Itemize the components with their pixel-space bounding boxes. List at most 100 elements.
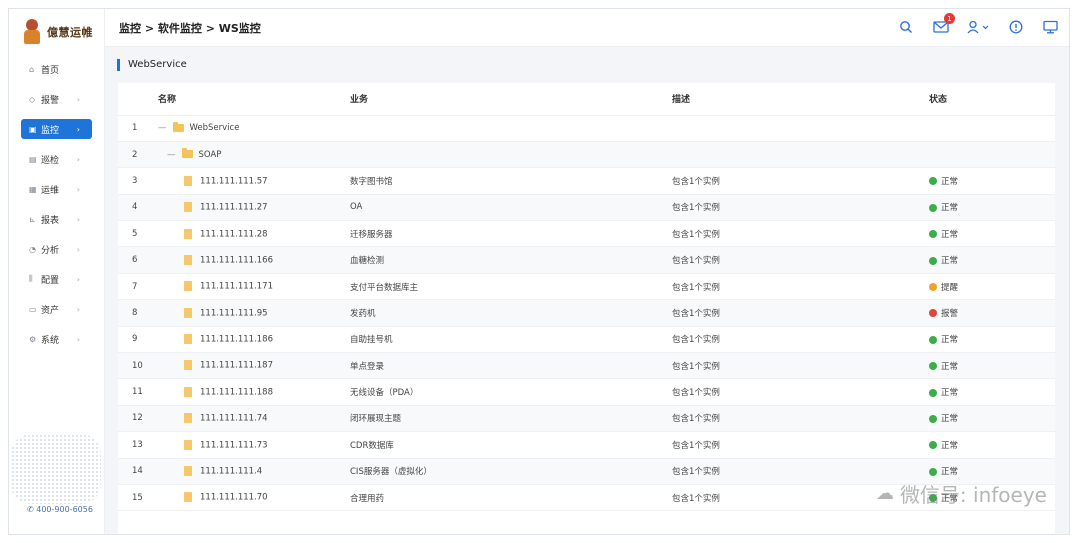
- watermark-text: 微信号: infoeye: [899, 483, 1047, 507]
- collapse-toggle-icon[interactable]: —: [167, 150, 176, 160]
- status-label: 正常: [941, 256, 959, 267]
- row-biz: [350, 115, 672, 142]
- file-icon: [184, 175, 192, 186]
- row-index: 12: [118, 405, 158, 433]
- row-index: 6: [118, 246, 158, 274]
- logo[interactable]: 億慧运帷: [9, 9, 104, 55]
- row-index: 1: [118, 115, 158, 142]
- sidebar-item-7[interactable]: ⫼ 配置 ›: [21, 269, 92, 289]
- logo-text: 億慧运帷: [47, 26, 93, 39]
- row-biz: 数字图书馆: [350, 167, 672, 195]
- logo-mascot-icon: [21, 19, 43, 45]
- row-desc: 包含1个实例: [672, 220, 929, 248]
- sidebar-item-5[interactable]: ⊾ 报表 ›: [21, 209, 92, 229]
- row-name-cell[interactable]: 111.111.111.188: [158, 378, 350, 406]
- sidebar-item-6[interactable]: ◔ 分析 ›: [21, 239, 92, 259]
- app-window: 億慧运帷 ⌂ 首页 ◇ 报警 › ▣ 监控 › ▤ 巡检 › ▦ 运维 › ⊾ 报表 › ◔ 分析 › ⫼ 配置 › ▭ 资产 ›…: [8, 8, 1070, 535]
- row-name-cell[interactable]: 111.111.111.187: [158, 352, 350, 380]
- row-biz: CDR数据库: [350, 431, 672, 459]
- bell-icon: ◇: [29, 94, 36, 104]
- sidebar-item-9[interactable]: ⚙ 系统 ›: [21, 329, 92, 349]
- column-header-name[interactable]: 名称: [158, 83, 350, 116]
- table-row[interactable]: 8 111.111.111.95 发药机 包含1个实例 报警: [118, 299, 1055, 327]
- table-row[interactable]: 6 111.111.111.166 血糖检测 包含1个实例 正常: [118, 246, 1055, 274]
- chevron-right-icon: ›: [76, 184, 80, 194]
- row-name-cell[interactable]: 111.111.111.28: [158, 220, 350, 248]
- sidebar-item-3[interactable]: ▤ 巡检 ›: [21, 149, 92, 169]
- row-name-cell[interactable]: 111.111.111.74: [158, 405, 350, 433]
- column-header-desc[interactable]: 描述: [672, 83, 929, 116]
- row-desc: 包含1个实例: [672, 405, 929, 433]
- pie-icon: ◔: [29, 244, 36, 254]
- mail-icon[interactable]: 1: [933, 13, 955, 35]
- row-index: 7: [118, 273, 158, 301]
- sidebar-item-label: 系统: [41, 335, 60, 346]
- table-row[interactable]: 3 111.111.111.57 数字图书馆 包含1个实例 正常: [118, 167, 1055, 195]
- sidebar-item-8[interactable]: ▭ 资产 ›: [21, 299, 92, 319]
- row-name-cell[interactable]: 111.111.111.186: [158, 326, 350, 354]
- table-row[interactable]: 1— WebService: [118, 115, 1055, 142]
- row-biz: 迁移服务器: [350, 220, 672, 248]
- row-biz: 无线设备（PDA）: [350, 378, 672, 406]
- wechat-icon: ☁: [875, 483, 894, 504]
- sidebar-item-2[interactable]: ▣ 监控 ›: [21, 119, 92, 139]
- row-status-cell: [929, 141, 1055, 169]
- status-alarm-icon: [929, 309, 937, 318]
- row-name-cell[interactable]: 111.111.111.171: [158, 273, 350, 301]
- row-name-cell[interactable]: 111.111.111.73: [158, 431, 350, 459]
- sidebar-item-label: 巡检: [41, 155, 60, 166]
- row-index: 15: [118, 484, 158, 512]
- info-icon[interactable]: [1009, 19, 1025, 35]
- file-icon: [184, 492, 192, 503]
- row-name-text: 111.111.111.186: [200, 334, 274, 345]
- status-ok-icon: [929, 230, 937, 239]
- column-header-status[interactable]: 状态: [929, 83, 1055, 116]
- status-ok-icon: [929, 256, 937, 265]
- sidebar-item-4[interactable]: ▦ 运维 ›: [21, 179, 92, 199]
- search-icon[interactable]: [899, 19, 915, 35]
- row-name-cell[interactable]: 111.111.111.95: [158, 299, 350, 327]
- table-row[interactable]: 12 111.111.111.74 闭环展现主题 包含1个实例 正常: [118, 405, 1055, 433]
- table-row[interactable]: 10 111.111.111.187 单点登录 包含1个实例 正常: [118, 352, 1055, 380]
- collapse-toggle-icon[interactable]: —: [158, 123, 167, 133]
- sidebar-item-label: 运维: [41, 185, 60, 196]
- table-header-row: 名称 业务 描述 状态: [118, 83, 1055, 116]
- column-header-biz[interactable]: 业务: [350, 83, 672, 116]
- row-name-text: 111.111.111.166: [200, 255, 274, 266]
- sidebar-item-0[interactable]: ⌂ 首页: [21, 59, 92, 79]
- table-row[interactable]: 11 111.111.111.188 无线设备（PDA） 包含1个实例 正常: [118, 378, 1055, 406]
- row-name-cell[interactable]: 111.111.111.27: [158, 194, 350, 222]
- row-desc: 包含1个实例: [672, 194, 929, 222]
- row-desc: 包含1个实例: [672, 431, 929, 459]
- table-row[interactable]: 9 111.111.111.186 自助挂号机 包含1个实例 正常: [118, 326, 1055, 354]
- ws-table: 名称 业务 描述 状态 1— WebService 2— SOAP 3 111.111.1…: [118, 83, 1055, 512]
- row-status-cell: 正常: [929, 167, 1055, 195]
- chevron-right-icon: ›: [76, 274, 80, 284]
- row-name-cell[interactable]: — WebService: [158, 115, 350, 142]
- row-biz: 自助挂号机: [350, 326, 672, 354]
- row-name-cell[interactable]: 111.111.111.4: [158, 458, 350, 485]
- file-icon: [184, 281, 192, 292]
- row-name-text: 111.111.111.27: [200, 202, 268, 213]
- row-name-cell[interactable]: 111.111.111.166: [158, 246, 350, 274]
- table-row[interactable]: 2 — SOAP: [118, 141, 1055, 169]
- row-biz: OA: [350, 194, 672, 222]
- user-menu-icon[interactable]: [967, 19, 991, 35]
- sidebar-item-label: 分析: [41, 245, 60, 256]
- chevron-right-icon: ›: [76, 334, 80, 344]
- table-row[interactable]: 4 111.111.111.27 OA 包含1个实例 正常: [118, 194, 1055, 222]
- row-name-cell[interactable]: — SOAP: [158, 141, 350, 169]
- row-name-cell[interactable]: 111.111.111.57: [158, 167, 350, 195]
- row-name-cell[interactable]: 111.111.111.70: [158, 484, 350, 512]
- row-index: 2: [118, 141, 158, 169]
- ws-table-panel: 名称 业务 描述 状态 1— WebService 2— SOAP 3 111.111.1…: [118, 83, 1055, 534]
- table-row[interactable]: 7 111.111.111.171 支付平台数据库主 包含1个实例 提醒: [118, 273, 1055, 301]
- file-icon: [184, 307, 192, 318]
- table-row[interactable]: 13 111.111.111.73 CDR数据库 包含1个实例 正常: [118, 431, 1055, 459]
- table-row[interactable]: 5 111.111.111.28 迁移服务器 包含1个实例 正常: [118, 220, 1055, 248]
- row-status-cell: 正常: [929, 352, 1055, 380]
- status-label: 正常: [941, 414, 959, 425]
- row-desc: 包含1个实例: [672, 167, 929, 195]
- screen-icon[interactable]: [1043, 19, 1059, 35]
- sidebar-item-1[interactable]: ◇ 报警 ›: [21, 89, 92, 109]
